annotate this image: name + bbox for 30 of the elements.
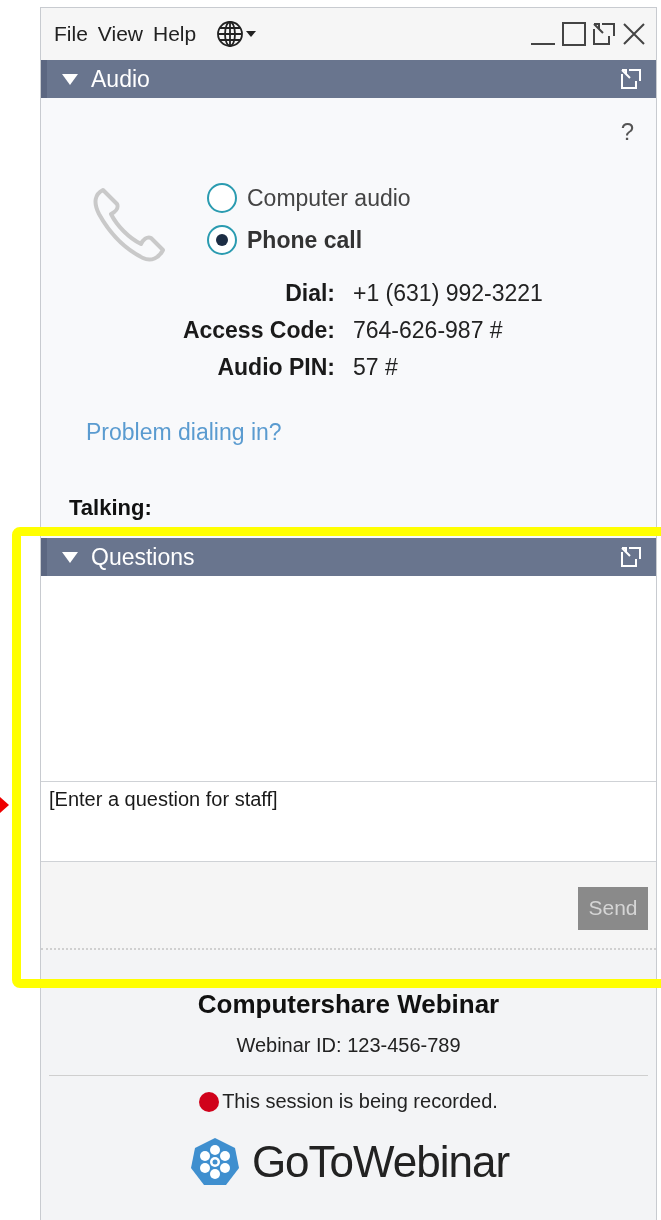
talking-label: Talking: — [69, 496, 152, 520]
maximize-icon[interactable] — [562, 22, 586, 46]
field-label: Access Code: — [181, 317, 335, 344]
field-label: Dial: — [284, 280, 335, 307]
panel-title: Audio — [91, 65, 150, 93]
field-value: 764-626-987 # — [353, 317, 504, 344]
caret-icon[interactable] — [246, 31, 257, 37]
field-value: +1 (631) 992-3221 — [353, 280, 544, 307]
webinar-title: Computershare Webinar — [197, 989, 500, 1020]
recording-notice: This session is being recorded. — [222, 1090, 498, 1113]
question-field[interactable]: [Enter a question for staff] — [41, 782, 656, 862]
help-icon[interactable]: ? — [620, 118, 634, 146]
recording-icon — [199, 1091, 220, 1112]
menu-item[interactable]: File — [54, 22, 88, 46]
panel-title: Questions — [91, 543, 195, 571]
radio-button[interactable]: Phone call — [207, 225, 411, 255]
collapse-triangle-icon[interactable] — [61, 72, 79, 86]
phone-icon — [91, 186, 167, 262]
radio-button[interactable]: Computer audio — [207, 183, 411, 213]
close-icon[interactable] — [622, 22, 646, 46]
collapse-triangle-icon[interactable] — [61, 550, 79, 564]
field-label: Audio PIN: — [216, 354, 335, 381]
menu-item[interactable]: Help — [153, 22, 197, 46]
arrow-tip-icon — [0, 797, 9, 813]
field-value: 57 # — [353, 354, 399, 381]
globe-icon[interactable] — [216, 20, 245, 48]
logo-text: GoToWebinar — [251, 1137, 510, 1187]
pop-out-icon[interactable] — [592, 22, 616, 46]
webinar-id: Webinar ID: 123-456-789 — [236, 1034, 461, 1057]
menu-item[interactable]: View — [97, 22, 143, 46]
